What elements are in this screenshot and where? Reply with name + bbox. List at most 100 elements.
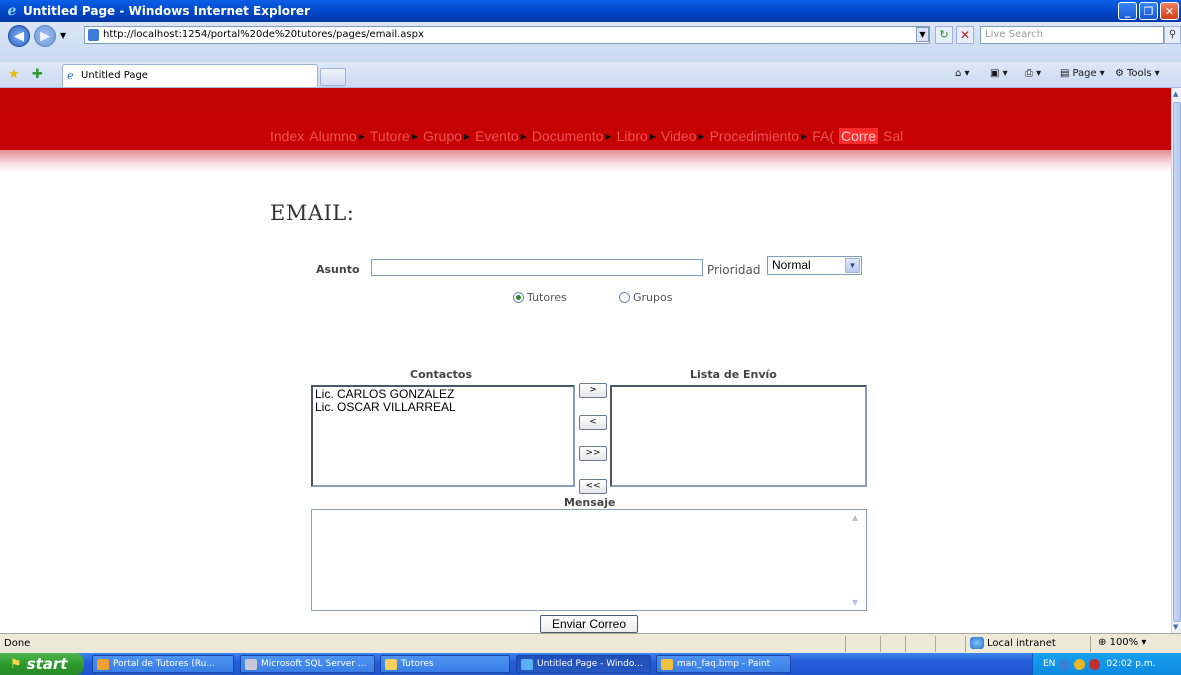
contactos-listbox[interactable]: Lic. CARLOS GONZALEZ Lic. OSCAR VILLARREA… <box>311 385 575 487</box>
taskbar-item-label: Portal de Tutores (Ru... <box>113 659 215 669</box>
stop-icon[interactable]: ✕ <box>956 26 974 44</box>
zone-label: Local intranet <box>987 637 1056 649</box>
contactos-header: Contactos <box>410 368 473 381</box>
prioridad-value: Normal <box>772 258 811 272</box>
status-divider <box>935 636 936 652</box>
radio-dot <box>619 292 630 303</box>
menu-item-alumno[interactable]: Alumno ▶ <box>309 128 365 144</box>
menu-item-corre[interactable]: Corre <box>839 128 879 144</box>
menu-item-label: Evento <box>475 128 519 144</box>
menu-item-evento[interactable]: Evento ▶ <box>475 128 527 144</box>
radio-grupos-label: Grupos <box>633 291 673 304</box>
radio-tutores[interactable]: Tutores <box>513 291 567 304</box>
menu-item-label: Grupo <box>422 128 462 144</box>
alert-icon[interactable] <box>1089 658 1101 670</box>
menu-item-sal[interactable]: Sal <box>883 128 903 144</box>
menu-item-libro[interactable]: Libro ▶ <box>617 128 656 144</box>
taskbar-item-label: Microsoft SQL Server ... <box>261 659 367 669</box>
search-input[interactable]: Live Search <box>980 26 1164 44</box>
zoom-control[interactable]: ⊕ 100% ▾ <box>1098 637 1146 648</box>
url-text: http://localhost:1254/portal%20de%20tuto… <box>103 29 424 40</box>
security-icon[interactable] <box>1074 658 1086 670</box>
taskbar-item-label: man_faq.bmp - Paint <box>677 659 771 669</box>
menu-item-fa[interactable]: FA( <box>812 128 834 144</box>
print-icon[interactable]: ⎙ ▾ <box>1025 68 1041 79</box>
enviar-correo-button[interactable]: Enviar Correo <box>540 615 638 633</box>
taskbar-item[interactable]: man_faq.bmp - Paint <box>656 655 791 673</box>
close-button[interactable]: ✕ <box>1160 2 1179 20</box>
security-zone: Local intranet <box>970 637 1056 649</box>
scroll-up-icon[interactable]: ▲ <box>852 513 858 522</box>
status-divider <box>845 636 846 652</box>
paint-icon <box>661 659 673 670</box>
menu-item-documento[interactable]: Documento ▶ <box>532 128 612 144</box>
refresh-icon[interactable]: ↻ <box>935 26 953 44</box>
system-tray: EN 02:02 p.m. <box>1032 653 1181 675</box>
intranet-icon <box>970 637 984 649</box>
menu-item-label: Libro <box>616 128 648 144</box>
back-button[interactable]: ◀ <box>8 25 30 47</box>
menu-item-tutore[interactable]: Tutore ▶ <box>370 128 418 144</box>
page-menu[interactable]: ▤ Page ▾ <box>1060 68 1105 79</box>
page-scrollbar[interactable]: ▲ ▼ <box>1171 88 1181 633</box>
tools-menu[interactable]: ⚙ Tools ▾ <box>1115 68 1160 79</box>
recent-pages-dropdown[interactable]: ▼ <box>60 31 66 40</box>
menu-item-index[interactable]: Index <box>270 128 304 144</box>
mensaje-textarea[interactable]: ▲ ▼ <box>311 509 867 611</box>
taskbar-item[interactable]: Portal de Tutores (Ru... <box>92 655 234 673</box>
url-dropdown-button[interactable]: ▼ <box>916 27 929 42</box>
scroll-down-icon[interactable]: ▼ <box>1173 623 1178 631</box>
home-icon[interactable]: ⌂ ▾ <box>955 68 970 79</box>
add-selected-button[interactable]: > <box>579 383 607 398</box>
textarea-scrollbar[interactable]: ▲ ▼ <box>850 510 866 610</box>
gear-icon: ⚙ <box>1115 68 1124 79</box>
remove-selected-button[interactable]: < <box>579 415 607 430</box>
site-menu: Index Alumno ▶ Tutore ▶ Grupo ▶ Evento ▶ Document… <box>270 128 908 144</box>
windows-flag-icon: ⚑ <box>10 656 22 672</box>
scroll-up-icon[interactable]: ▲ <box>1173 90 1178 98</box>
tools-menu-label: Tools <box>1126 68 1152 79</box>
zoom-level: 100% <box>1109 637 1139 648</box>
lista-envio-header: Lista de Envío <box>690 368 777 381</box>
radio-grupos[interactable]: Grupos <box>619 291 672 304</box>
sql-server-icon <box>245 659 257 670</box>
status-text: Done <box>4 638 31 649</box>
clock: 02:02 p.m. <box>1106 659 1156 669</box>
language-indicator[interactable]: EN <box>1043 659 1055 669</box>
taskbar: ⚑ start Portal de Tutores (Ru... Microsof… <box>0 653 1181 675</box>
prioridad-select[interactable]: Normal ▼ <box>767 256 862 275</box>
maximize-button[interactable]: ❐ <box>1139 2 1158 20</box>
submenu-arrow-icon: ▶ <box>520 131 527 141</box>
taskbar-item[interactable]: Tutores <box>380 655 510 673</box>
list-item[interactable]: Lic. OSCAR VILLARREAL <box>315 401 571 414</box>
taskbar-item[interactable]: Untitled Page - Windo... <box>516 655 651 673</box>
feeds-icon[interactable]: ▣ ▾ <box>990 68 1008 79</box>
menu-item-label: Procedimiento <box>709 128 800 144</box>
submenu-arrow-icon: ▶ <box>411 131 418 141</box>
menu-item-label: Documento <box>531 128 604 144</box>
taskbar-item[interactable]: Microsoft SQL Server ... <box>240 655 375 673</box>
add-all-button[interactable]: >> <box>579 446 607 461</box>
network-icon[interactable] <box>1059 658 1071 670</box>
menu-item-video[interactable]: Video ▶ <box>661 128 705 144</box>
chevron-down-icon: ▼ <box>845 258 860 273</box>
url-input[interactable]: http://localhost:1254/portal%20de%20tuto… <box>84 26 930 44</box>
search-icon[interactable]: ⚲ <box>1164 26 1181 44</box>
new-tab-button[interactable] <box>320 68 346 86</box>
forward-button[interactable]: ▶ <box>34 25 56 47</box>
favorites-star-icon[interactable]: ★ <box>8 67 20 82</box>
start-button[interactable]: ⚑ start <box>0 653 84 675</box>
tab-untitled-page[interactable]: ℯ Untitled Page <box>62 64 318 87</box>
add-favorite-icon[interactable]: ✚ <box>32 67 43 82</box>
remove-all-button[interactable]: << <box>579 479 607 494</box>
scrollbar-thumb[interactable] <box>1173 102 1181 622</box>
menu-item-grupo[interactable]: Grupo ▶ <box>423 128 470 144</box>
minimize-button[interactable]: _ <box>1118 2 1137 20</box>
lista-envio-listbox[interactable] <box>610 385 867 487</box>
scroll-down-icon[interactable]: ▼ <box>852 598 858 607</box>
folder-tools-icon <box>97 659 109 670</box>
taskbar-item-label: Tutores <box>401 659 434 669</box>
asunto-input[interactable] <box>371 259 703 276</box>
address-bar: ◀ ▶ ▼ http://localhost:1254/portal%20de%… <box>0 22 1181 62</box>
menu-item-procedimiento[interactable]: Procedimiento ▶ <box>710 128 808 144</box>
